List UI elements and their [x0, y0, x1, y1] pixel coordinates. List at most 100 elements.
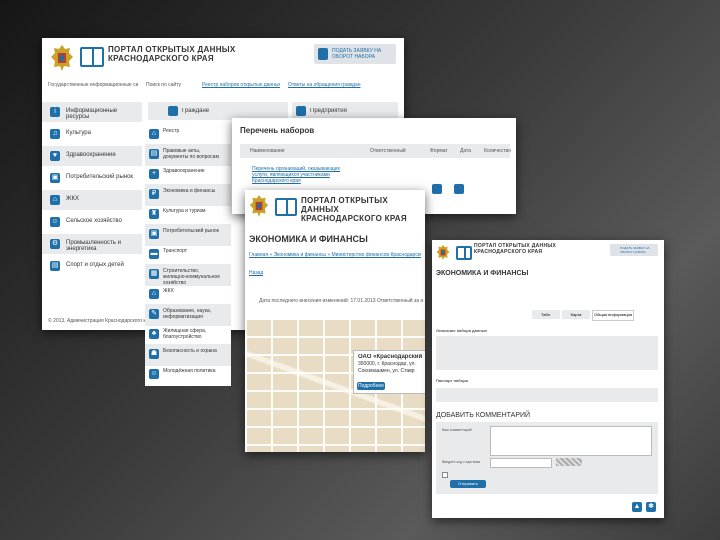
col-format[interactable]: Формат [430, 148, 448, 154]
left-menu-label-6: Промышленность и энергетика [66, 240, 121, 252]
book-logo-icon [456, 246, 472, 260]
left-menu-label-0: Информационные ресурсы [66, 108, 118, 120]
emblem-icon [436, 244, 450, 266]
mid-menu-item-1[interactable]: ▤ Правовые акты, документы по вопросам [145, 144, 231, 166]
col-count[interactable]: Количество [484, 148, 511, 154]
mid-menu-item-3[interactable]: ₽ Экономика и финансы [145, 184, 231, 206]
portal-title-line2: КРАСНОДАРСКОГО КРАЯ [474, 248, 543, 255]
description-label: Описание набора данных [436, 328, 488, 333]
col-name[interactable]: Наименование [250, 148, 285, 154]
comment-form: Ваш комментарий Введите код с картинки О… [436, 422, 658, 494]
left-menu-item-4[interactable]: ⌂ ЖКХ [42, 190, 142, 210]
description-box [436, 336, 658, 370]
screenshot-dataset-map: ПОРТАЛ ОТКРЫТЫХ ДАННЫХ КРАСНОДАРСКОГО КР… [245, 190, 425, 452]
mid-menu-item-5[interactable]: ▣ Потребительский рынок [145, 224, 231, 246]
up-arrow-icon[interactable]: ▲ [632, 502, 642, 512]
left-menu-item-0[interactable]: i Информационные ресурсы [42, 102, 142, 122]
comment-label: Ваш комментарий [442, 428, 472, 432]
top-link-answers[interactable]: Ответы на обращения граждан [288, 82, 374, 88]
left-menu-label-3: Потребительский рынок [66, 174, 134, 180]
mid-menu-item-9[interactable]: ✎ Образование, наука, информатизация [145, 304, 231, 326]
mid-menu-label-4: Культура и туризм [163, 208, 206, 214]
submit-request-button[interactable]: ПОДАТЬ ЗАЯВКУ НА ОБОРОТ НАБОРА [610, 244, 658, 256]
emblem-icon [249, 194, 269, 223]
culture-icon: ♜ [149, 209, 159, 219]
left-menu-item-6[interactable]: ⚙ Промышленность и энергетика [42, 234, 142, 254]
left-menu-item-1[interactable]: ♫ Культура [42, 124, 142, 144]
info-icon: i [50, 107, 60, 117]
consent-checkbox[interactable] [442, 472, 448, 478]
mid-menu-item-10[interactable]: ♣ Жилищная сфера, благоустройство [145, 324, 231, 346]
home-icon: ⌂ [149, 129, 159, 139]
top-link-gis[interactable]: Государственные информационные системы [48, 82, 138, 88]
mid-menu-item-0[interactable]: ⌂ Реестр [145, 124, 231, 146]
tab-general-info[interactable]: Общая информация [592, 310, 634, 321]
top-link-registry[interactable]: Реестр наборов открытых данных [202, 82, 280, 88]
left-menu-label-1: Культура [66, 130, 91, 136]
top-link-search[interactable]: Поиск по сайту [146, 82, 192, 88]
theater-icon: ♫ [50, 129, 60, 139]
send-comment-button[interactable]: Отправить [450, 480, 486, 488]
screenshot-category-list: ⌂ Реестр ▤ Правовые акты, документы по воп… [145, 124, 231, 386]
market-icon: ▣ [149, 229, 159, 239]
mid-menu-item-2[interactable]: + Здравоохранение [145, 164, 231, 186]
comment-textarea[interactable] [490, 426, 652, 456]
breadcrumb[interactable]: Главная » Экономика и финансы » Министер… [249, 252, 421, 258]
left-menu-label-7: Спорт и отдых детей [66, 262, 124, 268]
captcha-image [556, 458, 582, 466]
download-icon[interactable] [432, 184, 442, 194]
comment-title: ДОБАВИТЬ КОММЕНТАРИЙ [436, 412, 531, 419]
mid-menu-item-8[interactable]: ⌂ ЖКХ [145, 284, 231, 306]
mid-menu-item-4[interactable]: ♜ Культура и туризм [145, 204, 231, 226]
shield-icon [168, 106, 178, 116]
document-icon [318, 48, 328, 60]
passport-box [436, 388, 658, 402]
submit-request-button[interactable]: ПОДАТЬ ЗАЯВКУ НА ОБОРОТ НАБОРА [314, 44, 396, 64]
mid-menu-item-6[interactable]: ▬ Транспорт [145, 244, 231, 266]
left-menu-label-4: ЖКХ [66, 196, 80, 202]
mid-menu-label-8: ЖКХ [163, 288, 174, 294]
category-business-label: Предприятия [310, 108, 347, 114]
tab-table[interactable]: Табл. [532, 310, 560, 319]
mid-menu-item-12[interactable]: ☺ Молодёжная политика [145, 364, 231, 386]
mid-menu-label-6: Транспорт [163, 248, 188, 254]
submit-line2: ОБОРОТ НАБОРА [620, 250, 646, 254]
mid-menu-label-12: Молодёжная политика [163, 368, 216, 374]
portal-title-line2: КРАСНОДАРСКОГО КРАЯ [108, 54, 214, 64]
left-menu-item-3[interactable]: ▣ Потребительский рынок [42, 168, 142, 188]
cart-icon: ▣ [50, 173, 60, 183]
submit-line2: ОБОРОТ НАБОРА [332, 54, 375, 60]
mid-menu-label-10: Жилищная сфера, благоустройство [163, 328, 207, 340]
building-icon: ▦ [149, 269, 159, 279]
captcha-input[interactable] [490, 458, 552, 468]
screenshot-dataset-page: ПОРТАЛ ОТКРЫТЫХ ДАННЫХ КРАСНОДАРСКОГО КР… [432, 240, 664, 518]
bus-icon: ▬ [149, 249, 159, 259]
passport-label: Паспорт набора [436, 378, 468, 383]
health-icon: + [149, 169, 159, 179]
emblem-icon [50, 44, 74, 77]
mid-menu-item-7[interactable]: ▦ Строительство, жилищно-коммунальное хоз… [145, 264, 231, 286]
left-menu-item-5[interactable]: ☺ Сельское хозяйство [42, 212, 142, 232]
science-icon: ✎ [149, 309, 159, 319]
book-logo-icon [275, 198, 297, 216]
left-menu-item-2[interactable]: ♥ Здравоохранение [42, 146, 142, 166]
popup-line3: Союзмашмен, ул. Ставр [358, 368, 415, 374]
section-title: ЭКОНОМИКА И ФИНАНСЫ [249, 234, 368, 244]
dataset-row-1-name[interactable]: Перечень организаций, оказывающих услуги… [252, 166, 342, 184]
tab-map[interactable]: Карта [562, 310, 590, 319]
back-link[interactable]: Назад [249, 270, 263, 276]
settings-icon[interactable]: ✱ [646, 502, 656, 512]
mid-menu-label-9: Образование, наука, информатизация [163, 308, 212, 320]
left-menu-label-5: Сельское хозяйство [66, 218, 122, 224]
map-icon[interactable] [454, 184, 464, 194]
mid-menu-item-11[interactable]: ☗ Безопасность и охрана [145, 344, 231, 366]
building-icon [296, 106, 306, 116]
mid-menu-label-2: Здравоохранение [163, 168, 205, 174]
col-owner[interactable]: Ответственный [370, 148, 406, 154]
col-date[interactable]: Дата [460, 148, 471, 154]
left-menu-item-7[interactable]: ▤ Спорт и отдых детей [42, 256, 142, 276]
popup-details-button[interactable]: Подробнее [357, 382, 385, 390]
popup-line2: 350000, г. Краснодар, ул. [358, 361, 416, 367]
house-icon: ⌂ [50, 195, 60, 205]
mid-menu-label-11: Безопасность и охрана [163, 348, 217, 354]
